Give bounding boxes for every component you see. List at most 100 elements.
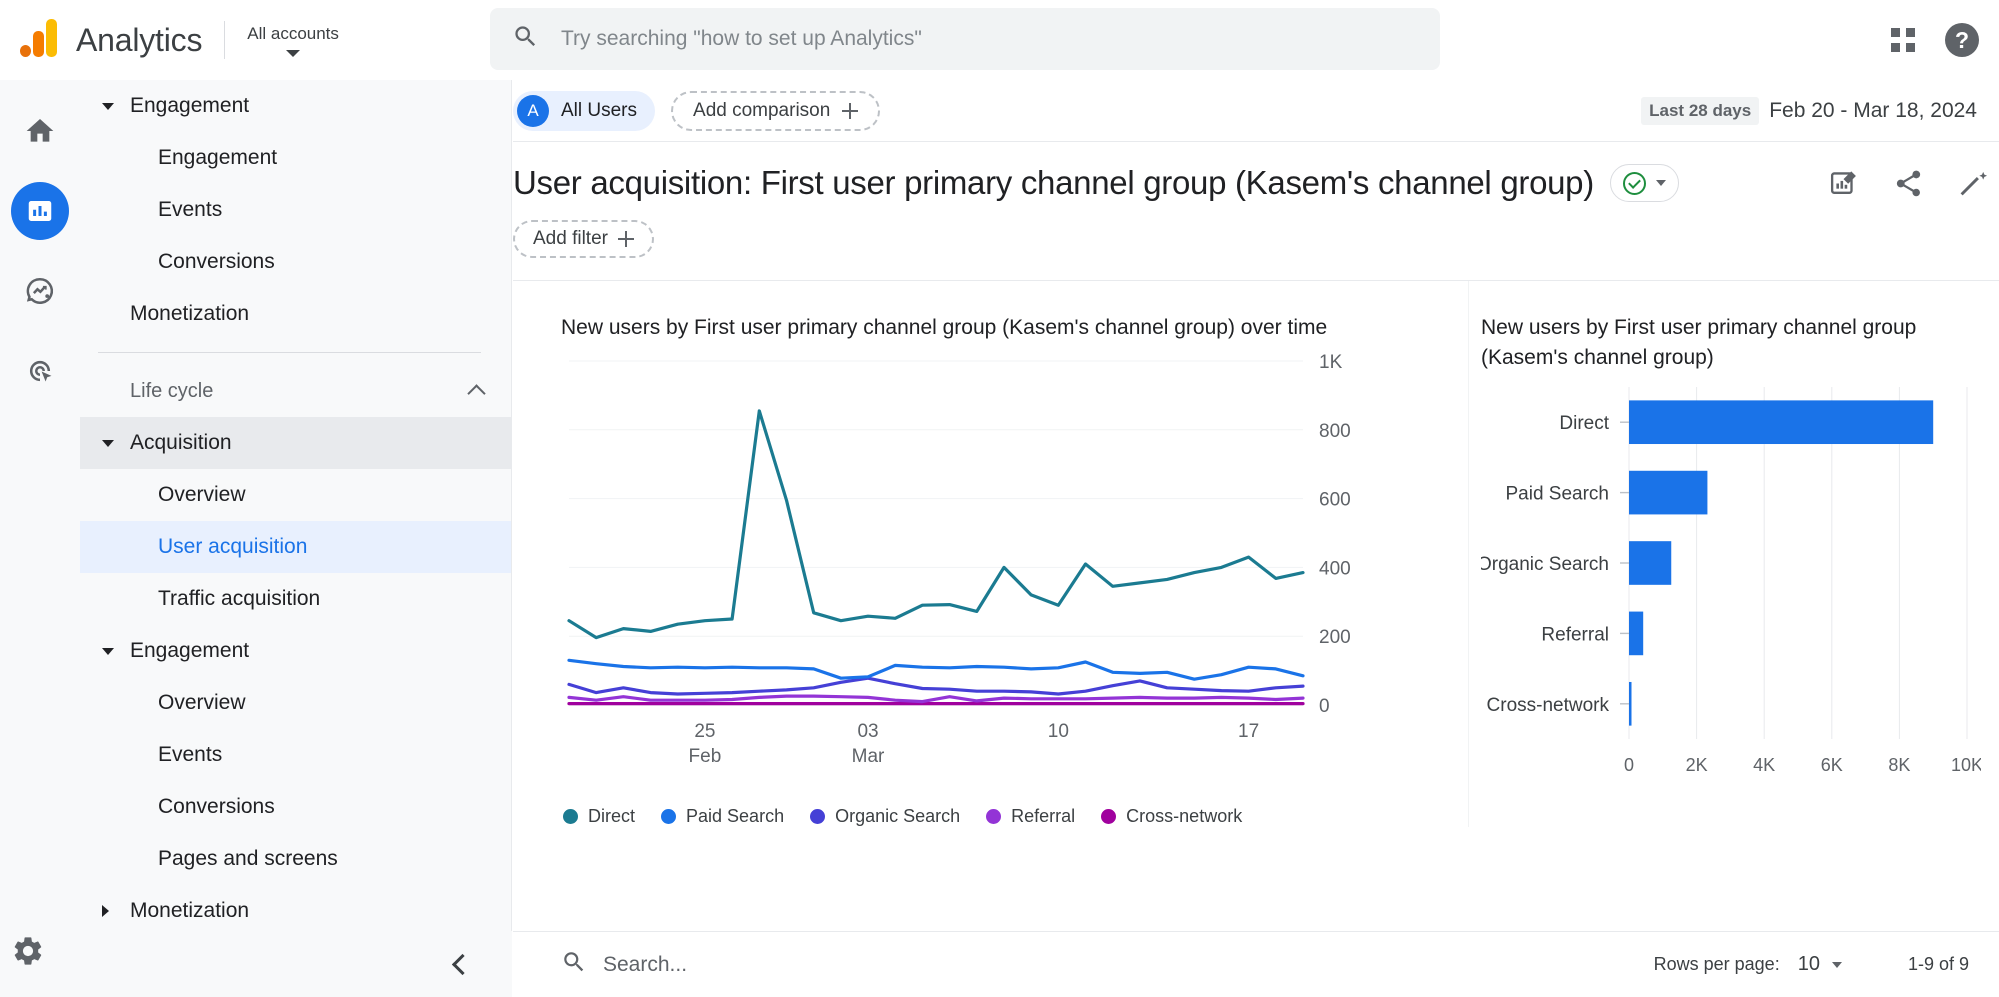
sidebar-item-engagement[interactable]: Engagement: [80, 625, 511, 677]
share-icon[interactable]: [1893, 168, 1924, 204]
legend-item[interactable]: Referral: [986, 806, 1075, 827]
svg-text:400: 400: [1319, 558, 1351, 579]
help-question-icon[interactable]: ?: [1945, 23, 1979, 57]
sidebar-item-monetization[interactable]: Monetization: [80, 885, 511, 937]
chevron-down-icon: [102, 440, 114, 447]
charts-row: New users by First user primary channel …: [513, 280, 1999, 827]
sidebar-item-label: Acquisition: [130, 431, 232, 455]
svg-text:Mar: Mar: [852, 746, 885, 767]
sidebar-item-label: Engagement: [158, 146, 277, 170]
line-chart[interactable]: 02004006008001K25Feb03Mar1017: [561, 343, 1421, 783]
insights-icon[interactable]: [1958, 168, 1989, 204]
sidebar-item-engagement-overview[interactable]: Overview: [80, 677, 511, 729]
sidebar-item-acquisition-overview[interactable]: Overview: [80, 469, 511, 521]
svg-text:8K: 8K: [1888, 755, 1910, 775]
svg-text:Direct: Direct: [1559, 413, 1609, 434]
sidebar-item-engagement-top[interactable]: Engagement: [80, 80, 511, 132]
date-range-picker[interactable]: Last 28 days Feb 20 - Mar 18, 2024: [1641, 97, 1977, 125]
bar-chart-card: New users by First user primary channel …: [1468, 281, 1999, 827]
chip-all-users[interactable]: A All Users: [513, 91, 655, 131]
chevron-down-icon: [102, 103, 114, 110]
sidebar-item-conversions[interactable]: Conversions: [80, 781, 511, 833]
sidebar-item-label: Engagement: [130, 639, 249, 663]
sidebar-section-life-cycle[interactable]: Life cycle: [80, 365, 511, 417]
edit-comparison-icon[interactable]: [1828, 168, 1859, 204]
sidebar-item-monetization-top[interactable]: Monetization: [80, 288, 511, 340]
legend-label: Cross-network: [1126, 806, 1242, 827]
bar-chart-title: New users by First user primary channel …: [1481, 313, 1999, 373]
sidebar-item-conversions-top[interactable]: Conversions: [80, 236, 511, 288]
legend-label: Referral: [1011, 806, 1075, 827]
svg-text:1K: 1K: [1319, 352, 1343, 373]
add-filter-button[interactable]: Add filter: [513, 220, 654, 258]
date-range-text: Feb 20 - Mar 18, 2024: [1769, 99, 1977, 123]
pagination-range: 1-9 of 9: [1908, 954, 1969, 975]
date-range-badge: Last 28 days: [1641, 97, 1759, 125]
bar-chart[interactable]: 02K4K6K8K10KDirectPaid SearchOrganic Sea…: [1481, 373, 1981, 793]
sidebar-collapse-button[interactable]: [80, 931, 512, 997]
legend-item[interactable]: Direct: [563, 806, 635, 827]
chevron-right-icon: [102, 905, 109, 917]
rail-item-reports[interactable]: [11, 182, 69, 240]
add-comparison-label: Add comparison: [693, 100, 830, 122]
legend-item[interactable]: Organic Search: [810, 806, 960, 827]
search-icon: [512, 23, 539, 55]
sidebar-item-user-acquisition[interactable]: User acquisition: [80, 521, 511, 573]
line-chart-legend: Direct Paid Search Organic Search Referral C…: [561, 806, 1468, 827]
sidebar-section-label: Life cycle: [130, 380, 213, 403]
rail-item-home[interactable]: [11, 102, 69, 160]
secondary-sidebar: Engagement Engagement Events Conversions…: [80, 80, 512, 997]
page-title: User acquisition: First user primary cha…: [513, 164, 1594, 202]
sidebar-item-pages-and-screens[interactable]: Pages and screens: [80, 833, 511, 885]
rail-item-advertising[interactable]: [11, 342, 69, 400]
legend-color-dot: [986, 809, 1001, 824]
add-filter-label: Add filter: [533, 228, 608, 250]
sidebar-item-label: Engagement: [130, 94, 249, 118]
sidebar-item-label: Overview: [158, 483, 246, 507]
svg-text:200: 200: [1319, 627, 1351, 648]
sidebar-item-events-top[interactable]: Events: [80, 184, 511, 236]
app-title: Analytics: [76, 22, 202, 59]
avatar: A: [517, 95, 549, 127]
global-search-bar[interactable]: [490, 8, 1440, 70]
legend-item[interactable]: Paid Search: [661, 806, 784, 827]
all-accounts-selector[interactable]: All accounts: [247, 24, 339, 57]
table-search[interactable]: [561, 949, 1654, 980]
sidebar-item-acquisition[interactable]: Acquisition: [80, 417, 511, 469]
svg-text:6K: 6K: [1821, 755, 1843, 775]
primary-nav-rail: [0, 80, 80, 997]
chevron-up-icon: [467, 384, 485, 402]
rows-per-page-value: 10: [1798, 953, 1820, 976]
legend-color-dot: [661, 809, 676, 824]
sidebar-item-label: Monetization: [130, 302, 249, 326]
chevron-down-icon: [102, 648, 114, 655]
add-comparison-button[interactable]: Add comparison: [671, 91, 880, 131]
legend-color-dot: [1101, 809, 1116, 824]
line-chart-card: New users by First user primary channel …: [513, 281, 1468, 827]
sidebar-item-events[interactable]: Events: [80, 729, 511, 781]
plus-icon: [842, 103, 858, 119]
sidebar-item-label: Monetization: [130, 899, 249, 923]
svg-text:Cross-network: Cross-network: [1487, 695, 1610, 716]
rows-per-page-select[interactable]: 10: [1798, 953, 1842, 976]
svg-text:0: 0: [1624, 755, 1634, 775]
legend-item[interactable]: Cross-network: [1101, 806, 1242, 827]
grid-apps-icon[interactable]: [1891, 28, 1915, 52]
sidebar-item-traffic-acquisition[interactable]: Traffic acquisition: [80, 573, 511, 625]
svg-text:10: 10: [1048, 721, 1069, 742]
report-status-dropdown[interactable]: [1610, 164, 1679, 202]
sidebar-item-label: Overview: [158, 691, 246, 715]
rail-item-explore[interactable]: [11, 262, 69, 320]
table-search-input[interactable]: [603, 953, 1003, 977]
main-content: A All Users Add comparison Last 28 days …: [513, 80, 1999, 997]
check-circle-icon: [1623, 172, 1646, 195]
rail-item-settings[interactable]: [11, 934, 45, 973]
svg-text:Paid Search: Paid Search: [1505, 484, 1609, 505]
legend-color-dot: [563, 809, 578, 824]
legend-color-dot: [810, 809, 825, 824]
comparison-bar: A All Users Add comparison Last 28 days …: [513, 80, 1999, 142]
sidebar-item-label: User acquisition: [158, 535, 307, 559]
global-search-input[interactable]: [561, 27, 1418, 51]
rows-per-page: Rows per page: 10 1-9 of 9: [1654, 953, 1969, 976]
sidebar-item-engagement-sub[interactable]: Engagement: [80, 132, 511, 184]
